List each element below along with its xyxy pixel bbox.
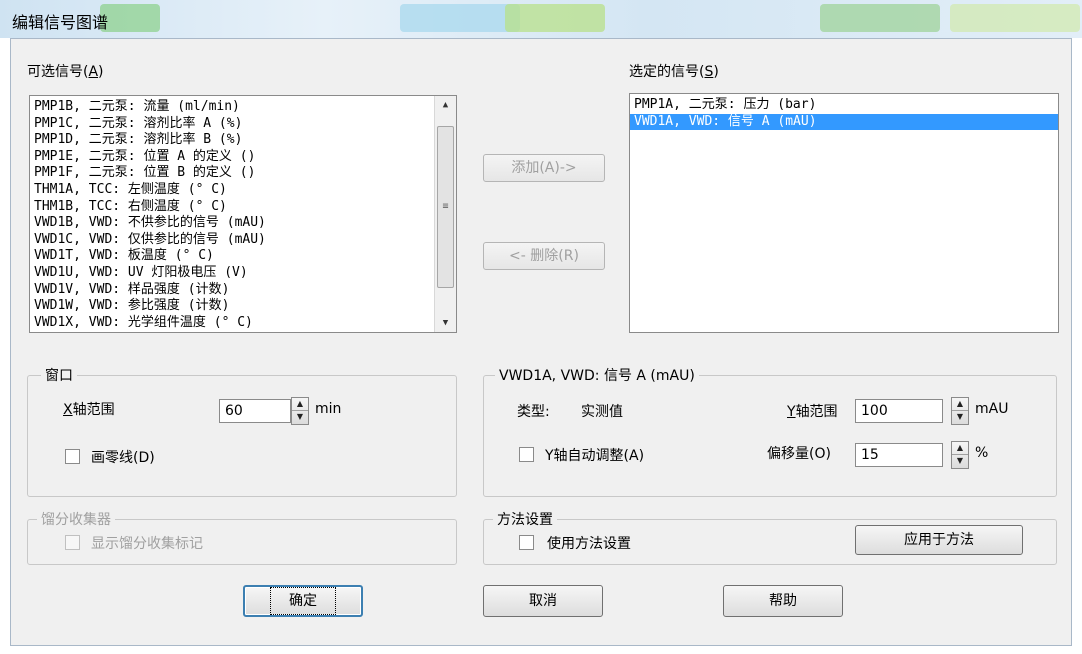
available-signal-item[interactable]: PMP1F, 二元泵: 位置 B 的定义 () (30, 165, 434, 182)
y-auto-checkbox[interactable] (519, 447, 534, 462)
type-value: 实测值 (581, 404, 623, 420)
available-signals-label: 可选信号(A) (27, 64, 104, 80)
offset-spinner[interactable]: ▲ ▼ (951, 441, 969, 469)
ok-button[interactable]: 确定 (243, 585, 363, 617)
add-signal-button[interactable]: 添加(A)-> (483, 154, 605, 182)
window-group (27, 375, 457, 497)
available-signal-item[interactable]: PMP1B, 二元泵: 流量 (ml/min) (30, 99, 434, 116)
selected-signal-item[interactable]: PMP1A, 二元泵: 压力 (bar) (630, 97, 1058, 114)
available-signal-item[interactable]: PMP1C, 二元泵: 溶剂比率 A (%) (30, 116, 434, 133)
available-signal-item[interactable]: VWD1U, VWD: UV 灯阳极电压 (V) (30, 265, 434, 282)
window-group-title: 窗口 (41, 365, 77, 385)
use-method-label: 使用方法设置 (547, 536, 631, 552)
available-signals-list[interactable]: PMP1B, 二元泵: 流量 (ml/min) PMP1C, 二元泵: 溶剂比率 … (29, 95, 457, 333)
help-button[interactable]: 帮助 (723, 585, 843, 617)
titlebar-tint (950, 4, 1080, 32)
apply-to-method-button[interactable]: 应用于方法 (855, 525, 1023, 555)
available-signals-scrollbar[interactable]: ▲ ≡ ▼ (434, 96, 456, 332)
titlebar-tint (820, 4, 940, 32)
available-signal-item[interactable]: VWD1X, VWD: 光学组件温度 (° C) (30, 315, 434, 332)
grip-icon: ≡ (442, 201, 449, 212)
signal-settings-title: VWD1A, VWD: 信号 A (mAU) (495, 365, 699, 385)
spin-down-icon[interactable]: ▼ (952, 411, 968, 424)
offset-label: 偏移量(O) (767, 446, 831, 462)
spin-up-icon[interactable]: ▲ (952, 398, 968, 411)
x-range-spinner[interactable]: ▲ ▼ (291, 397, 309, 425)
type-label: 类型: (517, 404, 550, 420)
available-signal-item[interactable]: PMP1E, 二元泵: 位置 A 的定义 () (30, 149, 434, 166)
selected-signal-item[interactable]: VWD1A, VWD: 信号 A (mAU) (630, 113, 1058, 131)
available-signal-item[interactable]: VWD1V, VWD: 样品强度 (计数) (30, 282, 434, 299)
scroll-up-icon[interactable]: ▲ (435, 96, 456, 114)
x-range-unit: min (315, 401, 342, 417)
zero-line-label: 画零线(D) (91, 450, 155, 466)
selected-signals-label: 选定的信号(S) (629, 64, 719, 80)
y-range-label: Y轴范围 (787, 404, 838, 420)
dialog-body: 可选信号(A) PMP1B, 二元泵: 流量 (ml/min) PMP1C, 二元… (10, 38, 1072, 646)
spin-down-icon[interactable]: ▼ (292, 411, 308, 424)
window-title: 编辑信号图谱 (12, 13, 109, 32)
titlebar-tint (505, 4, 605, 32)
spin-up-icon[interactable]: ▲ (292, 398, 308, 411)
spin-up-icon[interactable]: ▲ (952, 442, 968, 455)
spin-down-icon[interactable]: ▼ (952, 455, 968, 468)
y-range-input[interactable]: 100 (855, 399, 943, 423)
fraction-collector-title: 馏分收集器 (37, 509, 115, 529)
cancel-button[interactable]: 取消 (483, 585, 603, 617)
available-signal-item[interactable]: VWD1B, VWD: 不供参比的信号 (mAU) (30, 215, 434, 232)
available-signal-item[interactable]: PMP1D, 二元泵: 溶剂比率 B (%) (30, 132, 434, 149)
available-signal-item[interactable]: VWD1C, VWD: 仅供参比的信号 (mAU) (30, 232, 434, 249)
available-signal-item[interactable]: THM1B, TCC: 右侧温度 (° C) (30, 199, 434, 216)
titlebar-tint (100, 4, 160, 32)
show-fraction-marks-label: 显示馏分收集标记 (91, 536, 203, 552)
show-fraction-marks-checkbox[interactable] (65, 535, 80, 550)
y-range-spinner[interactable]: ▲ ▼ (951, 397, 969, 425)
y-auto-label: Y轴自动调整(A) (545, 448, 645, 464)
x-range-label: X轴范围 (63, 402, 115, 418)
titlebar-tint (400, 4, 520, 32)
offset-input[interactable]: 15 (855, 443, 943, 467)
y-range-unit: mAU (975, 401, 1009, 417)
use-method-checkbox[interactable] (519, 535, 534, 550)
available-signal-item[interactable]: VWD1T, VWD: 板温度 (° C) (30, 248, 434, 265)
selected-signals-list[interactable]: PMP1A, 二元泵: 压力 (bar) VWD1A, VWD: 信号 A (mA… (629, 93, 1059, 333)
scroll-thumb[interactable]: ≡ (437, 126, 454, 288)
remove-signal-button[interactable]: <- 删除(R) (483, 242, 605, 270)
x-range-input[interactable]: 60 (219, 399, 291, 423)
offset-unit: % (975, 445, 989, 461)
scroll-down-icon[interactable]: ▼ (435, 314, 456, 332)
available-signal-item[interactable]: VWD1W, VWD: 参比强度 (计数) (30, 298, 434, 315)
available-signal-item[interactable]: THM1A, TCC: 左侧温度 (° C) (30, 182, 434, 199)
zero-line-checkbox[interactable] (65, 449, 80, 464)
ok-button-label: 确定 (270, 587, 336, 615)
signal-settings-group (483, 375, 1057, 497)
method-settings-title: 方法设置 (493, 509, 557, 529)
title-bar: 编辑信号图谱 (0, 0, 1082, 38)
